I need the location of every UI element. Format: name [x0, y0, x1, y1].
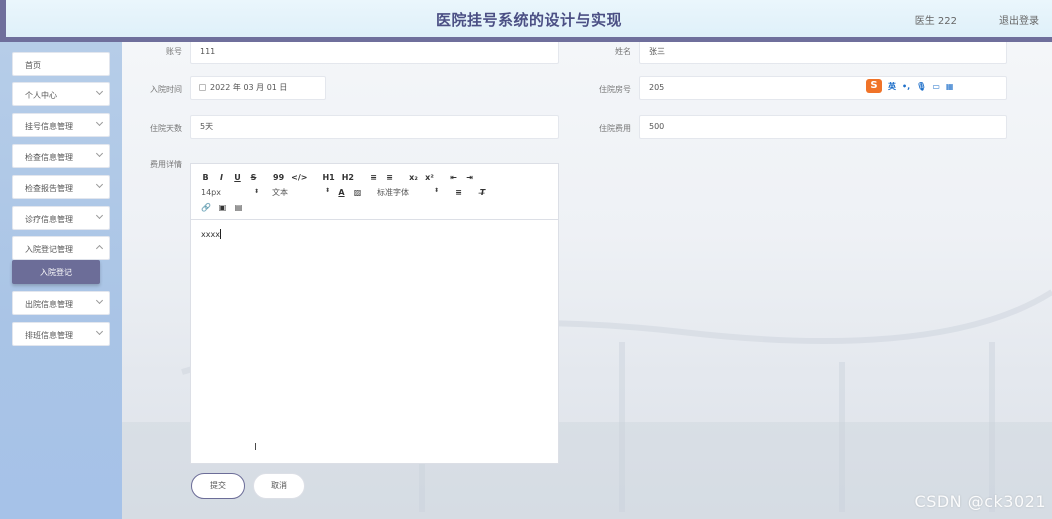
sidebar-item-label: 首页 — [25, 61, 41, 70]
font-size-value: 14px — [201, 188, 221, 197]
ibeam-cursor-icon: I — [254, 442, 257, 453]
rich-text-editor: B I U S 99 </> H1 H2 ≡ ≡ x₂ x² ⇤ ⇥ 14px ⬍… — [190, 163, 559, 464]
font-size-select[interactable]: 14px ⬍ — [201, 188, 259, 197]
bullet-list-button[interactable]: ≡ — [385, 173, 394, 182]
user-name: 医生 222 — [914, 16, 957, 27]
sidebar-item-exam-info[interactable]: 检查信息管理 — [12, 144, 110, 168]
sidebar-item-treatment[interactable]: 诊疗信息管理 — [12, 206, 110, 230]
align-icon[interactable]: ≡ — [454, 188, 463, 197]
underline-button[interactable]: U — [233, 173, 242, 182]
punctuation-icon[interactable]: •, — [902, 82, 910, 91]
clear-format-icon[interactable]: T̶ — [478, 188, 487, 197]
background-color-icon[interactable]: ▨ — [353, 188, 362, 197]
sidebar-item-home[interactable]: 首页 — [12, 52, 110, 76]
header: 医院挂号系统的设计与实现 医生 222 退出登录 — [0, 0, 1052, 37]
chevron-down-icon — [95, 118, 104, 127]
name-label: 姓名 — [615, 47, 631, 56]
keyboard-icon[interactable]: ▭ — [932, 82, 940, 91]
sidebar-item-admission[interactable]: 入院登记管理 — [12, 236, 110, 260]
sidebar-item-schedule[interactable]: 排班信息管理 — [12, 322, 110, 346]
chevron-up-icon — [95, 244, 104, 253]
days-label: 住院天数 — [150, 124, 182, 133]
page-title: 医院挂号系统的设计与实现 — [435, 11, 622, 29]
sidebar-item-label: 个人中心 — [25, 91, 57, 100]
sidebar-item-label: 排班信息管理 — [25, 331, 73, 340]
sidebar-item-label: 挂号信息管理 — [25, 122, 73, 131]
editor-content[interactable]: xxxx — [191, 220, 558, 248]
details-label: 费用详情 — [150, 160, 182, 169]
outdent-button[interactable]: ⇤ — [449, 173, 458, 182]
font-color-button[interactable]: A — [337, 188, 346, 197]
cancel-button[interactable]: 取消 — [253, 473, 305, 499]
editor-toolbar: B I U S 99 </> H1 H2 ≡ ≡ x₂ x² ⇤ ⇥ 14px ⬍… — [191, 164, 558, 220]
code-block-button[interactable]: </> — [291, 173, 307, 182]
video-icon[interactable]: ▤ — [234, 203, 243, 212]
select-arrow-icon: ⬍ — [253, 188, 259, 195]
microphone-icon[interactable]: 🎙 — [916, 82, 926, 91]
chevron-down-icon — [95, 296, 104, 305]
subscript-button[interactable]: x₂ — [409, 173, 418, 182]
sidebar-subitem-admission-register[interactable]: 入院登记 — [12, 260, 100, 284]
cost-input[interactable]: 500 — [639, 115, 1007, 139]
superscript-button[interactable]: x² — [425, 173, 434, 182]
days-input[interactable]: 5天 — [190, 115, 559, 139]
sidebar-item-registration[interactable]: 挂号信息管理 — [12, 113, 110, 137]
select-arrow-icon: ⬍ — [324, 187, 330, 194]
editor-text: xxxx — [201, 230, 220, 239]
sogou-logo-icon: S — [866, 79, 882, 93]
bold-button[interactable]: B — [201, 173, 210, 182]
chevron-down-icon — [95, 211, 104, 220]
sidebar-item-label: 检查信息管理 — [25, 153, 73, 162]
logout-link[interactable]: 退出登录 — [999, 12, 1039, 27]
ime-toolbar: S 英 •, 🎙 ▭ ▦ — [866, 79, 953, 93]
admit-time-label: 入院时间 — [150, 85, 182, 94]
font-family-select[interactable]: 标准字体 ⬍ — [377, 187, 439, 198]
sidebar-item-label: 出院信息管理 — [25, 300, 73, 309]
sidebar-item-label: 入院登记管理 — [25, 245, 73, 254]
account-input[interactable]: 111 — [190, 42, 559, 64]
text-type-value: 文本 — [272, 188, 288, 197]
sidebar-item-discharge[interactable]: 出院信息管理 — [12, 291, 110, 315]
font-family-value: 标准字体 — [377, 188, 409, 197]
admit-time-value: 2022 年 03 月 01 日 — [210, 83, 288, 92]
grid-menu-icon[interactable]: ▦ — [946, 82, 954, 91]
strike-button[interactable]: S — [249, 173, 258, 182]
main-content: 账号 111 姓名 张三 入院时间 2022 年 03 月 01 日 住院房号 … — [122, 42, 1052, 519]
sidebar-item-label: 检查报告管理 — [25, 184, 73, 193]
name-input[interactable]: 张三 — [639, 42, 1007, 64]
blockquote-button[interactable]: 99 — [273, 173, 284, 182]
link-icon[interactable]: 🔗 — [201, 203, 211, 212]
chevron-down-icon — [95, 87, 104, 96]
calendar-icon — [199, 84, 206, 91]
ime-language[interactable]: 英 — [888, 81, 896, 92]
select-arrow-icon: ⬍ — [433, 187, 439, 194]
indent-button[interactable]: ⇥ — [465, 173, 474, 182]
sidebar-item-exam-report[interactable]: 检查报告管理 — [12, 175, 110, 199]
watermark: CSDN @ck3021 — [914, 492, 1046, 511]
sidebar-item-personal-center[interactable]: 个人中心 — [12, 82, 110, 106]
submit-button[interactable]: 提交 — [191, 473, 245, 499]
text-caret — [219, 229, 221, 239]
sidebar: 首页 个人中心 挂号信息管理 检查信息管理 检查报告管理 诊疗信息管理 入院登记… — [0, 42, 122, 519]
heading2-button[interactable]: H2 — [342, 173, 354, 182]
room-label: 住院房号 — [599, 85, 631, 94]
heading1-button[interactable]: H1 — [322, 173, 334, 182]
chevron-down-icon — [95, 149, 104, 158]
admit-time-picker[interactable]: 2022 年 03 月 01 日 — [190, 76, 326, 100]
chevron-down-icon — [95, 180, 104, 189]
ordered-list-button[interactable]: ≡ — [369, 173, 378, 182]
sidebar-item-label: 诊疗信息管理 — [25, 215, 73, 224]
italic-button[interactable]: I — [217, 173, 226, 182]
chevron-down-icon — [95, 327, 104, 336]
cost-label: 住院费用 — [599, 124, 631, 133]
text-type-select[interactable]: 文本 ⬍ — [272, 187, 330, 198]
image-icon[interactable]: ▣ — [218, 203, 227, 212]
account-label: 账号 — [166, 47, 182, 56]
